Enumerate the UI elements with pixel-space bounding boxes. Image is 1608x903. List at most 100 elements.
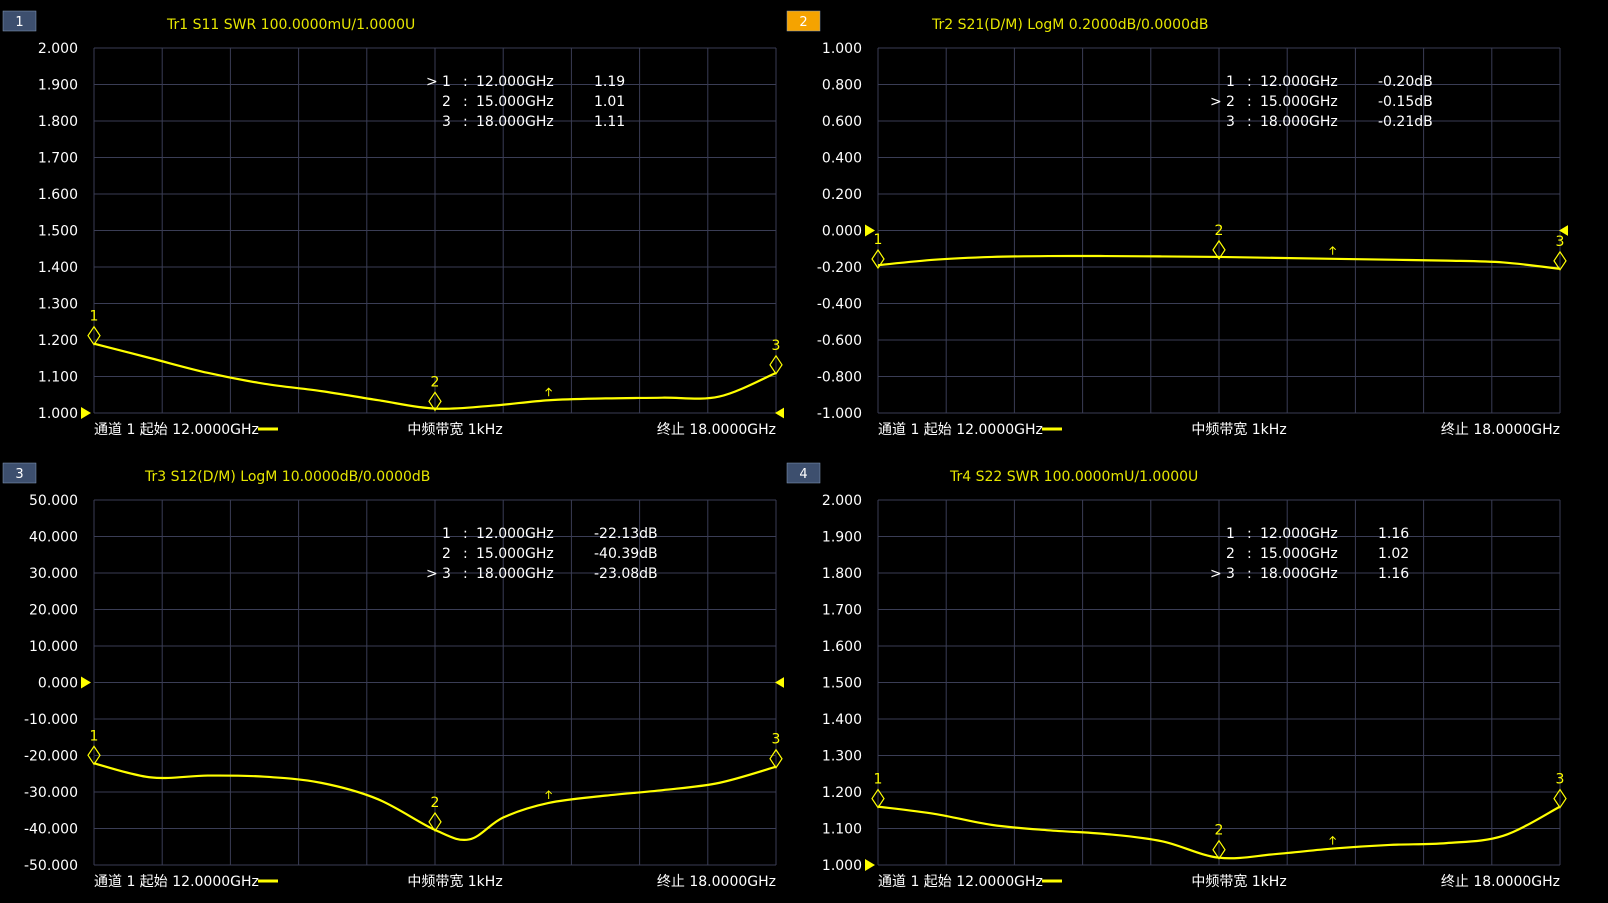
- y-tick-label: 1.700: [38, 151, 78, 167]
- y-tick-label: 40.000: [29, 530, 78, 546]
- marker-readout-value: 1.19: [594, 74, 625, 90]
- trace-panel-svg: 3 Tr3 S12(D/M) LogM 10.0000dB/0.0000dB 50.…: [2, 462, 784, 890]
- footer-stop: 终止 18.0000GHz: [657, 874, 776, 890]
- y-tick-label: 0.200: [822, 187, 862, 203]
- trace-panel-3[interactable]: 3 Tr3 S12(D/M) LogM 10.0000dB/0.0000dB 50.…: [0, 452, 784, 903]
- footer-stop: 终止 18.0000GHz: [657, 422, 776, 438]
- footer-ifbw: 中频带宽 1kHz: [407, 873, 502, 890]
- marker-readout-colon: :: [463, 566, 468, 582]
- marker-readout-id: 1: [1226, 74, 1235, 90]
- y-tick-label: 1.600: [822, 639, 862, 655]
- marker-readout-row: 2:15.000GHz -40.39dB: [442, 546, 658, 562]
- marker-readout-freq: 12.000GHz: [476, 526, 554, 542]
- marker-label: 1: [874, 232, 883, 248]
- grid: [877, 499, 1561, 866]
- footer-stop: 终止 18.0000GHz: [1441, 874, 1560, 890]
- marker-readout-row: 3:18.000GHz 1.11: [442, 114, 625, 130]
- reference-left-icon: [81, 407, 91, 419]
- trace-panel-svg: 4 Tr4 S22 SWR 100.0000mU/1.0000U 2.000 1.90…: [786, 462, 1567, 890]
- y-tick-label: 1.200: [38, 333, 78, 349]
- trace-panel-2[interactable]: 2 Tr2 S21(D/M) LogM 0.2000dB/0.0000dB 1.00…: [784, 0, 1568, 451]
- y-tick-label: -40.000: [24, 822, 78, 838]
- badge-number: 4: [799, 467, 807, 482]
- y-tick-label: 1.400: [822, 712, 862, 728]
- marker-readout-freq: 15.000GHz: [1260, 546, 1338, 562]
- y-tick-label: 0.000: [38, 676, 78, 692]
- marker-readout-freq: 18.000GHz: [476, 566, 554, 582]
- y-tick-label: 1.900: [822, 530, 862, 546]
- trace-number-badge[interactable]: 4: [786, 462, 821, 484]
- marker-readout-id: 3: [442, 566, 451, 582]
- trace-panel-4[interactable]: 4 Tr4 S22 SWR 100.0000mU/1.0000U 2.000 1.90…: [784, 452, 1568, 903]
- y-tick-label: 0.600: [822, 114, 862, 130]
- marker-readout-freq: 12.000GHz: [1260, 74, 1338, 90]
- trace-title: Tr1 S11 SWR 100.0000mU/1.0000U: [166, 17, 415, 33]
- y-tick-label: 1.600: [38, 187, 78, 203]
- active-marker-indicator: >: [1210, 566, 1222, 582]
- marker-readout-id: 1: [1226, 526, 1235, 542]
- marker-readout-row: >3:18.000GHz 1.16: [1210, 566, 1409, 582]
- footer-start: 通道 1 起始 12.0000GHz: [878, 874, 1043, 890]
- y-tick-label: -0.800: [817, 370, 862, 386]
- marker-readout-value: -0.15dB: [1378, 94, 1433, 110]
- marker-readout-id: 2: [1226, 94, 1235, 110]
- marker-readout-freq: 18.000GHz: [476, 114, 554, 130]
- y-tick-label: 2.000: [822, 493, 862, 509]
- footer-ifbw: 中频带宽 1kHz: [1191, 873, 1286, 890]
- trace-panel-svg: 2 Tr2 S21(D/M) LogM 0.2000dB/0.0000dB 1.00…: [786, 10, 1568, 438]
- footer-start: 通道 1 起始 12.0000GHz: [94, 874, 259, 890]
- marker-readout-colon: :: [1247, 74, 1252, 90]
- marker-readout-id: 2: [442, 94, 451, 110]
- y-tick-label: 1.300: [822, 749, 862, 765]
- marker-readout-colon: :: [1247, 526, 1252, 542]
- active-marker-indicator: >: [1210, 94, 1222, 110]
- marker-readout-value: 1.02: [1378, 546, 1409, 562]
- marker-readout-value: -0.20dB: [1378, 74, 1433, 90]
- y-tick-label: 0.000: [822, 224, 862, 240]
- y-tick-label: -30.000: [24, 785, 78, 801]
- marker-readout-colon: :: [463, 74, 468, 90]
- marker-readout-id: 3: [1226, 566, 1235, 582]
- trace-number-badge[interactable]: 3: [2, 462, 37, 484]
- trace-title: Tr3 S12(D/M) LogM 10.0000dB/0.0000dB: [144, 469, 430, 485]
- y-tick-label: -0.600: [817, 333, 862, 349]
- y-tick-label: -0.400: [817, 297, 862, 313]
- trace-number-badge[interactable]: 2: [786, 10, 821, 32]
- y-tick-label: 0.400: [822, 151, 862, 167]
- y-tick-label: -1.000: [817, 406, 862, 422]
- y-tick-label: -50.000: [24, 858, 78, 874]
- marker-readout-freq: 18.000GHz: [1260, 114, 1338, 130]
- footer-start: 通道 1 起始 12.0000GHz: [94, 422, 259, 438]
- badge-number: 2: [799, 15, 807, 30]
- y-tick-label: 1.800: [38, 114, 78, 130]
- marker-readout-row: 2:15.000GHz 1.01: [442, 94, 625, 110]
- trace-panel-1[interactable]: 1 Tr1 S11 SWR 100.0000mU/1.0000U 2.000 1.90…: [0, 0, 784, 451]
- footer-start: 通道 1 起始 12.0000GHz: [878, 422, 1043, 438]
- marker-readout-colon: :: [463, 546, 468, 562]
- marker-label: 2: [431, 374, 440, 390]
- trace-title: Tr2 S21(D/M) LogM 0.2000dB/0.0000dB: [931, 17, 1208, 33]
- trace-number-badge[interactable]: 1: [2, 10, 37, 32]
- y-tick-label: 10.000: [29, 639, 78, 655]
- marker-readout-freq: 12.000GHz: [476, 74, 554, 90]
- y-tick-label: 1.100: [822, 822, 862, 838]
- marker-readout-value: -22.13dB: [594, 526, 658, 542]
- marker-readout-colon: :: [1247, 546, 1252, 562]
- y-tick-label: -10.000: [24, 712, 78, 728]
- y-tick-label: 30.000: [29, 566, 78, 582]
- marker-readout-id: 1: [442, 74, 451, 90]
- y-tick-label: 1.300: [38, 297, 78, 313]
- marker-label: 2: [1215, 823, 1224, 839]
- marker-label: 2: [431, 795, 440, 811]
- marker-readout-value: 1.16: [1378, 526, 1409, 542]
- trace-panel-svg: 1 Tr1 S11 SWR 100.0000mU/1.0000U 2.000 1.90…: [2, 10, 784, 438]
- marker-readout-colon: :: [1247, 94, 1252, 110]
- y-tick-label: 1.800: [822, 566, 862, 582]
- footer-stop: 终止 18.0000GHz: [1441, 422, 1560, 438]
- marker-label: 3: [772, 732, 781, 748]
- marker-readout-colon: :: [463, 526, 468, 542]
- y-tick-label: -0.200: [817, 260, 862, 276]
- y-tick-label: 2.000: [38, 41, 78, 57]
- y-tick-label: 1.100: [38, 370, 78, 386]
- marker-readout-colon: :: [1247, 114, 1252, 130]
